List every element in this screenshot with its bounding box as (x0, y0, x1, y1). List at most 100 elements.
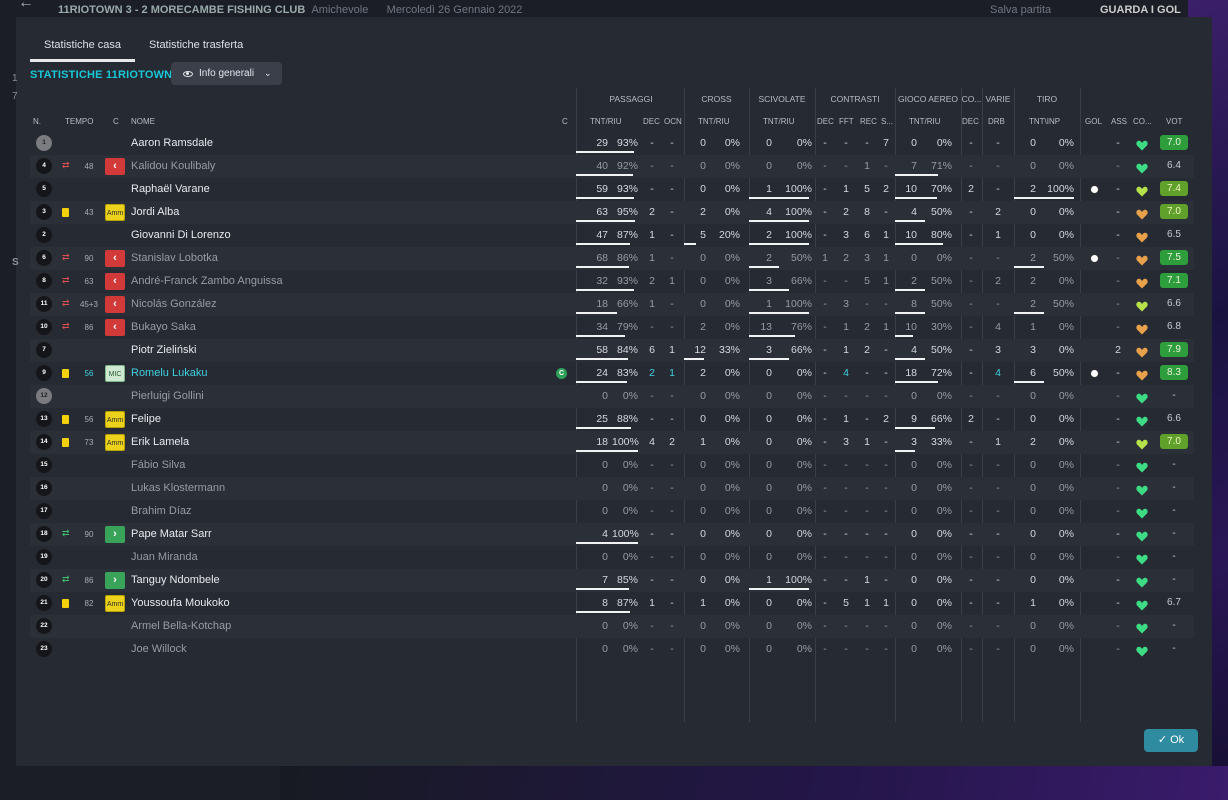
player-name[interactable]: Armel Bella-Kotchap (131, 615, 231, 638)
player-name[interactable]: Pierluigi Gollini (131, 385, 204, 408)
player-name[interactable]: Stanislav Lobotka (131, 247, 218, 270)
col-pass-ocn[interactable]: OCN (664, 117, 682, 126)
table-row[interactable]: 1 Aaron Ramsdale 29 93% - -0 0% 0 0% - - -7 0 0% - -0 0%… (30, 132, 1194, 155)
table-row[interactable]: 7 Piotr Zieliński 58 84% 6 1 12 33% 3 66% -1 2-4 50%… (30, 339, 1194, 362)
player-name[interactable]: Tanguy Ndombele (131, 569, 220, 592)
player-name[interactable]: Romelu Lukaku (131, 362, 207, 385)
table-row[interactable]: 20 ⇄ 86 › Tanguy Ndombele 7 85% - -0 0% 1 100% - -1-0… (30, 569, 1194, 592)
condition-heart-icon (1136, 230, 1148, 243)
rating-value: - (1172, 551, 1176, 562)
table-row[interactable]: 22 Armel Bella-Kotchap 0 0% - -0 0% 0 0% - - - -0 0% -… (30, 615, 1194, 638)
aerial-attempts: 0 (911, 574, 917, 586)
player-name[interactable]: Lukas Klostermann (131, 477, 225, 500)
watch-goals-button[interactable]: GUARDA I GOL (1100, 4, 1181, 16)
shirt-number-icon: 22 (36, 618, 52, 634)
col-card[interactable]: C (113, 117, 119, 126)
col-assists[interactable]: ASS (1111, 117, 1127, 126)
tackle-s: 7 (883, 137, 889, 149)
table-row[interactable]: 23 Joe Willock 0 0% - -0 0% 0 0% - - - -0 0% - -0 0% - - (30, 638, 1194, 661)
aerial-pct: 50% (930, 344, 952, 356)
shot-attempts: 1 (1030, 597, 1036, 609)
col-tackle-dec[interactable]: DEC (817, 117, 834, 126)
view-dropdown[interactable]: Info generali ⌄ (171, 62, 282, 85)
player-name[interactable]: Piotr Zieliński (131, 339, 196, 362)
player-name[interactable]: Felipe (131, 408, 161, 431)
col-rating[interactable]: VOT (1166, 117, 1182, 126)
tab-away-stats[interactable]: Statistiche trasferta (135, 34, 257, 62)
col-pass-dec[interactable]: DEC (643, 117, 660, 126)
rating-value: 7.0 (1160, 434, 1188, 449)
col-aerial-tnt[interactable]: TNT/RIU (909, 117, 941, 126)
table-row[interactable]: 19 Juan Miranda 0 0% - -0 0% 0 0% - - - -0 0% - -0 0% - - (30, 546, 1194, 569)
pass-pct: 0% (622, 620, 638, 632)
table-row[interactable]: 5 Raphaël Varane 59 93% - -0 0% 1 100% -1 5 2 10 70% 2… (30, 178, 1194, 201)
player-name[interactable]: Youssoufa Moukoko (131, 592, 230, 615)
col-slide-tnt[interactable]: TNT/RIU (763, 117, 795, 126)
col-name[interactable]: NOME (131, 117, 155, 126)
col-pass-tnt[interactable]: TNT/RIU (590, 117, 622, 126)
col-captain[interactable]: C (562, 117, 568, 126)
pass-ocn: - (670, 528, 674, 540)
col-tackle-rec[interactable]: REC (860, 117, 877, 126)
table-row[interactable]: 4 ⇄ 48 ‹ Kalidou Koulibaly 40 92% - -0 0% 0 0% - -1-7… (30, 155, 1194, 178)
player-name[interactable]: Aaron Ramsdale (131, 132, 213, 155)
table-row[interactable]: 3 43 Amm Jordi Alba 63 95% 2-2 0% 4 100% -2 8-4 50% -… (30, 201, 1194, 224)
shot-pct: 50% (1052, 298, 1074, 310)
rating-value: - (1172, 482, 1176, 493)
table-row[interactable]: 18 ⇄ 90 › Pape Matar Sarr 4 100% - -0 0% 0 0% - - - -0 0… (30, 523, 1194, 546)
col-tackle-s[interactable]: S... (881, 117, 893, 126)
co-dec: - (969, 390, 973, 402)
shot-pct: 0% (1058, 275, 1074, 287)
player-name[interactable]: Brahim Díaz (131, 500, 192, 523)
table-row[interactable]: 2 Giovanni Di Lorenzo 47 87% 1-5 20% 2 100% -3 6 1… (30, 224, 1194, 247)
table-row[interactable]: 9 56 MIC Romelu Lukaku C 24 83% 2 1 2 0% 0 0% -4- -18 7… (30, 362, 1194, 385)
tab-home-stats[interactable]: Statistiche casa (30, 34, 136, 62)
col-condition[interactable]: CO... (1133, 117, 1152, 126)
table-row[interactable]: 6 ⇄ 90 ‹ Stanislav Lobotka 68 86% 1-0 0% 2 50% 1 2 3 1… (30, 247, 1194, 270)
player-name[interactable]: André-Franck Zambo Anguissa (131, 270, 283, 293)
player-name[interactable]: Jordi Alba (131, 201, 179, 224)
assists: - (1116, 206, 1120, 218)
pass-attempts: 0 (602, 551, 608, 563)
col-time[interactable]: TEMPO (65, 117, 93, 126)
table-row[interactable]: 10 ⇄ 86 ‹ Bukayo Saka 34 79% - -2 0% 13 76% -1 2 1 10 30… (30, 316, 1194, 339)
table-row[interactable]: 15 Fábio Silva 0 0% - -0 0% 0 0% - - - -0 0% - -0 0% - - (30, 454, 1194, 477)
player-name[interactable]: Nicolás González (131, 293, 217, 316)
col-co-dec[interactable]: DEC (962, 117, 979, 126)
tackle-s: 1 (883, 229, 889, 241)
player-name[interactable]: Pape Matar Sarr (131, 523, 212, 546)
table-row[interactable]: 12 Pierluigi Gollini 0 0% - -0 0% 0 0% - - - -0 0% - -0… (30, 385, 1194, 408)
tackle-s: - (884, 574, 888, 586)
player-name[interactable]: Bukayo Saka (131, 316, 196, 339)
player-name[interactable]: Giovanni Di Lorenzo (131, 224, 231, 247)
table-row[interactable]: 16 Lukas Klostermann 0 0% - -0 0% 0 0% - - - -0 0% - -0… (30, 477, 1194, 500)
player-name[interactable]: Joe Willock (131, 638, 187, 661)
table-row[interactable]: 13 56 Amm Felipe 25 88% - -0 0% 0 0% -1-2 9 66% 2-0 0% -… (30, 408, 1194, 431)
player-name[interactable]: Juan Miranda (131, 546, 198, 569)
col-goals[interactable]: GOL (1085, 117, 1102, 126)
tackle-fft: 1 (843, 344, 849, 356)
slide-pct: 0% (796, 413, 812, 425)
player-name[interactable]: Raphaël Varane (131, 178, 210, 201)
col-tackle-fft[interactable]: FFT (839, 117, 854, 126)
back-arrow-icon[interactable]: ← (18, 0, 34, 12)
player-name[interactable]: Kalidou Koulibaly (131, 155, 215, 178)
save-match-button[interactable]: Salva partita (990, 4, 1051, 16)
team-stats-title: STATISTICHE 11RIOTOWN (30, 69, 173, 81)
table-row[interactable]: 8 ⇄ 63 ‹ André-Franck Zambo Anguissa 32 93% 2 1 0… (30, 270, 1194, 293)
tackle-rec: - (865, 528, 869, 540)
ok-button[interactable]: ✓ Ok (1144, 729, 1198, 752)
group-varie: VARIE (985, 94, 1011, 104)
col-shot-tnt[interactable]: TNT\INP (1029, 117, 1060, 126)
table-row[interactable]: 17 Brahim Díaz 0 0% - -0 0% 0 0% - - - -0 0% - -0 0% - - (30, 500, 1194, 523)
player-name[interactable]: Erik Lamela (131, 431, 189, 454)
col-cross-tnt[interactable]: TNT/RIU (698, 117, 730, 126)
col-number[interactable]: N. (33, 117, 41, 126)
table-row[interactable]: 11 ⇄ 45+3 ‹ Nicolás González 18 66% 1-0 0% 1 100% -… (30, 293, 1194, 316)
player-name[interactable]: Fábio Silva (131, 454, 185, 477)
assists: - (1116, 367, 1120, 379)
table-row[interactable]: 14 73 Amm Erik Lamela 18 100% 4 2 1 0% 0 0% -3 1-3 33%… (30, 431, 1194, 454)
table-row[interactable]: 21 82 Amm Youssoufa Moukoko 8 87% 1-1 0% 0 0% -5 1 1… (30, 592, 1194, 615)
cross-attempts: 0 (700, 528, 706, 540)
col-drb[interactable]: DRB (988, 117, 1005, 126)
